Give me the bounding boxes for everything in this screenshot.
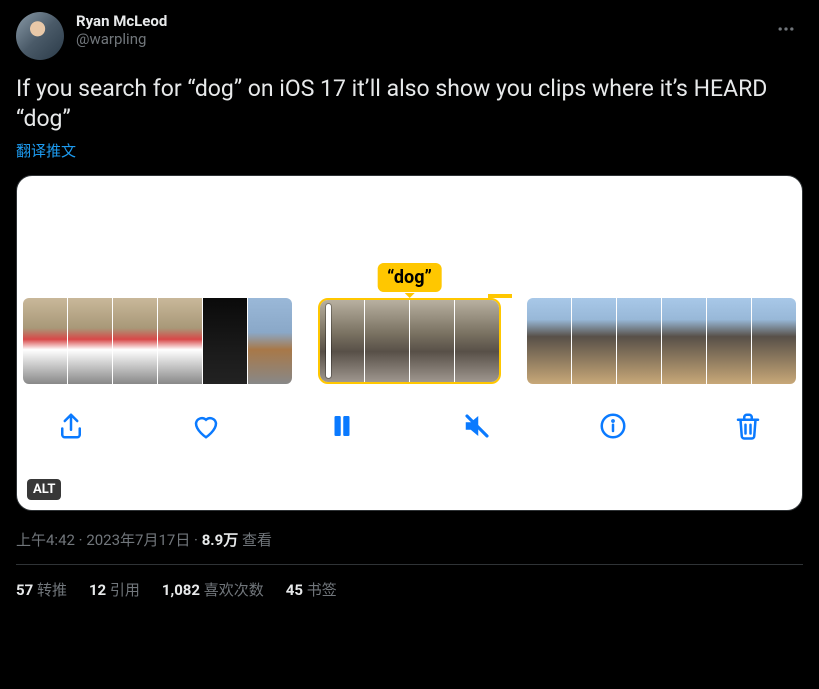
clip-frame [527,298,571,384]
clip-group[interactable] [23,298,292,384]
clip-frame [455,300,499,384]
date: 2023年7月17日 [86,531,190,549]
display-name: Ryan McLeod [76,12,757,30]
clip-frame [113,298,157,384]
pause-icon [327,411,357,441]
author-handle: @warpling [76,30,757,48]
more-icon [776,19,796,39]
stat-bookmarks[interactable]: 45 书签 [286,579,337,600]
translate-link[interactable]: 翻译推文 [16,140,76,161]
clip-frame [662,298,706,384]
info-button[interactable] [593,406,633,446]
clip-group[interactable] [527,298,796,384]
clip-frame [203,298,247,384]
media-card[interactable]: “dog” [16,175,803,511]
info-icon [598,411,628,441]
player-controls [17,384,802,446]
tweet-meta[interactable]: 上午4:42 · 2023年7月17日 · 8.9万 查看 [16,529,803,550]
like-button[interactable] [186,406,226,446]
clip-frame [572,298,616,384]
views-label: 查看 [238,531,272,549]
views-count: 8.9万 [202,531,239,549]
mute-button[interactable] [457,406,497,446]
stat-likes[interactable]: 1,082 喜欢次数 [162,579,264,600]
tweet-header: Ryan McLeod @warpling [16,12,803,60]
tweet-text: If you search for “dog” on iOS 17 it’ll … [16,74,803,134]
share-icon [56,411,86,441]
tweet: Ryan McLeod @warpling If you search for … [0,0,819,614]
clip-frame [707,298,751,384]
alt-badge[interactable]: ALT [27,479,61,500]
avatar[interactable] [16,12,64,60]
clip-frame [68,298,112,384]
more-button[interactable] [769,12,803,46]
timestamp: 上午4:42 [16,531,75,549]
mute-icon [462,411,492,441]
search-term-tag: “dog” [377,263,442,292]
clip-frame [365,300,409,384]
clip-frame [23,298,67,384]
clip-group-active[interactable] [318,298,501,384]
clip-frame [248,298,292,384]
share-button[interactable] [51,406,91,446]
stat-quotes[interactable]: 12 引用 [89,579,140,600]
heart-icon [191,411,221,441]
pause-button[interactable] [322,406,362,446]
delete-button[interactable] [728,406,768,446]
video-timeline[interactable] [17,298,802,384]
clip-frame [752,298,796,384]
trash-icon [733,411,763,441]
clip-frame [617,298,661,384]
clip-frame [158,298,202,384]
author-names[interactable]: Ryan McLeod @warpling [76,12,757,48]
playhead[interactable] [326,304,331,378]
stat-retweets[interactable]: 57 转推 [16,579,67,600]
clip-frame [410,300,454,384]
tweet-stats: 57 转推 12 引用 1,082 喜欢次数 45 书签 [16,565,803,614]
media-top: “dog” [17,176,802,298]
